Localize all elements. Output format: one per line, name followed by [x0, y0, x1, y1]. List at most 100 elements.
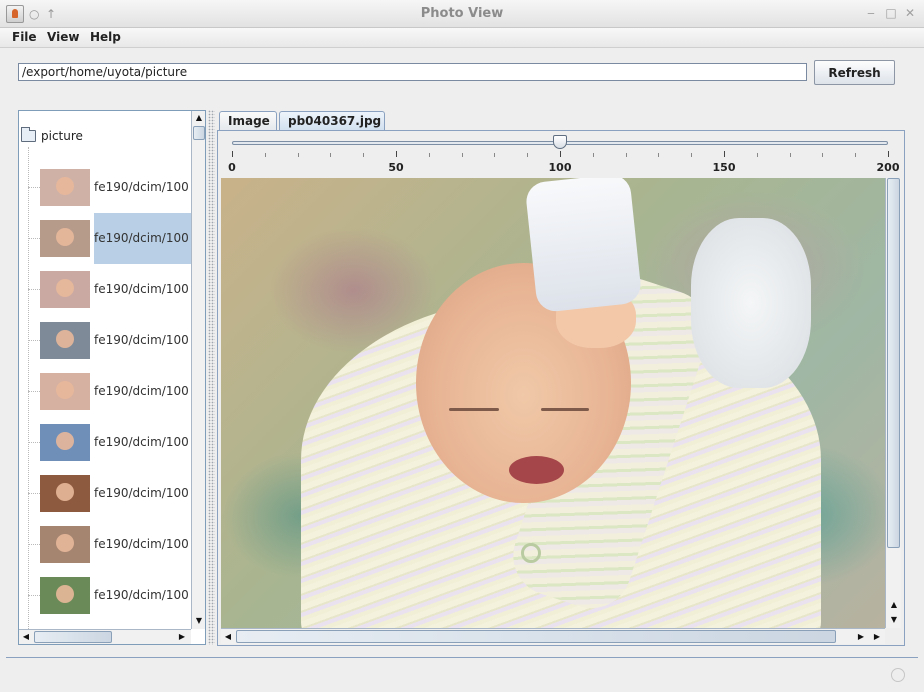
zoom-tick-label: 0 — [228, 161, 236, 174]
tree-item[interactable]: fe190/dcim/100 — [19, 264, 191, 315]
tree-hscroll-thumb[interactable] — [34, 631, 112, 643]
image-tab-content: 0 50 100 150 200 ▲ ▼ ◀ ▶ ▶ — [217, 130, 905, 646]
zoom-tick — [527, 153, 529, 157]
zoom-tick — [625, 153, 627, 157]
photo-thumbnail — [40, 271, 90, 308]
tree-connector-line — [28, 340, 40, 341]
refresh-button[interactable]: Refresh — [814, 60, 895, 85]
image-horizontal-scrollbar[interactable]: ◀ ▶ ▶ — [221, 628, 885, 644]
tree-item[interactable]: fe190/dcim/100 — [19, 468, 191, 519]
minimize-button[interactable]: ‒ — [864, 6, 878, 20]
zoom-tick — [264, 153, 266, 157]
zoom-tick — [297, 153, 299, 157]
split-pane-divider[interactable] — [208, 110, 215, 645]
tab-image[interactable]: Image — [219, 111, 277, 131]
window-title: Photo View — [420, 6, 504, 21]
photo-thumbnail — [40, 322, 90, 359]
tabbed-pane: Image pb040367.jpg 0 50 100 150 200 ▲ ▼ ◀ — [217, 109, 905, 646]
photo-image — [221, 178, 885, 628]
zoom-tick — [428, 153, 430, 157]
zoom-tick-label: 50 — [388, 161, 404, 174]
tree-item-label: fe190/dcim/100 — [94, 213, 194, 264]
image-hscroll-thumb[interactable] — [236, 630, 836, 643]
tree-connector-line — [28, 544, 40, 545]
tree-item[interactable]: fe190/dcim/100 — [19, 570, 191, 621]
tab-pb040367[interactable]: pb040367.jpg — [279, 111, 385, 132]
zoom-tick — [232, 151, 233, 157]
menubar: File View Help — [0, 28, 924, 48]
tree-connector-line — [28, 391, 40, 392]
zoom-tick — [396, 151, 397, 157]
tree-connector-line — [28, 289, 40, 290]
tree-connector-line — [28, 238, 40, 239]
tree-item-label: fe190/dcim/100 — [94, 486, 189, 500]
zoom-tick — [888, 151, 889, 157]
image-scroll-right-end-icon[interactable]: ▶ — [870, 630, 884, 644]
tree-horizontal-scrollbar[interactable]: ◀ ▶ — [19, 629, 191, 644]
photo-thumbnail — [40, 424, 90, 461]
close-button[interactable]: ✕ — [903, 6, 917, 20]
zoom-tick — [494, 153, 496, 157]
menu-help[interactable]: Help — [90, 30, 121, 44]
zoom-tick — [658, 153, 660, 157]
zoom-tick — [789, 153, 791, 157]
tree-vscroll-thumb[interactable] — [193, 126, 205, 140]
tree-vertical-scrollbar[interactable]: ▲ ▼ — [191, 111, 205, 629]
zoom-tick — [330, 153, 332, 157]
tree-item[interactable]: fe190/dcim/100 — [19, 519, 191, 570]
tree-connector-line — [28, 493, 40, 494]
zoom-tick — [691, 153, 693, 157]
tree-connector-line — [28, 442, 40, 443]
zoom-tick — [592, 153, 594, 157]
tree-item-label: fe190/dcim/100 — [94, 282, 189, 296]
photo-thumbnail — [40, 373, 90, 410]
scroll-up-icon[interactable]: ▲ — [192, 111, 205, 125]
tree-item-label: fe190/dcim/100 — [94, 588, 189, 602]
zoom-tick-label: 150 — [712, 161, 736, 174]
zoom-tick — [560, 151, 561, 157]
tree-item-label: fe190/dcim/100 — [94, 180, 189, 194]
tree-item-label: fe190/dcim/100 — [94, 384, 189, 398]
image-vertical-scrollbar[interactable]: ▲ ▼ — [885, 178, 901, 628]
zoom-tick — [363, 153, 365, 157]
menu-file[interactable]: File — [12, 30, 37, 44]
zoom-tick — [724, 151, 725, 157]
menu-view[interactable]: View — [47, 30, 79, 44]
zoom-tick — [461, 153, 463, 157]
path-input[interactable] — [18, 63, 807, 81]
zoom-tick — [756, 153, 758, 157]
scroll-left-icon[interactable]: ◀ — [19, 630, 33, 644]
image-vscroll-thumb[interactable] — [887, 178, 900, 548]
image-scroll-left-icon[interactable]: ◀ — [221, 630, 235, 644]
maximize-button[interactable]: □ — [884, 6, 898, 20]
zoom-tick-label: 100 — [548, 161, 572, 174]
image-scroll-right-icon[interactable]: ▶ — [854, 630, 868, 644]
tree-item-label: fe190/dcim/100 — [94, 435, 189, 449]
tree-item[interactable]: fe190/dcim/100 — [19, 366, 191, 417]
image-scroll-up-icon[interactable]: ▲ — [887, 598, 901, 612]
zoom-slider-knob[interactable] — [553, 135, 567, 149]
tree-item-label: fe190/dcim/100 — [94, 333, 189, 347]
photo-thumbnail — [40, 526, 90, 563]
image-scroll-down-icon[interactable]: ▼ — [887, 613, 901, 627]
photo-thumbnail — [40, 577, 90, 614]
tree-item[interactable]: fe190/dcim/100 — [19, 213, 194, 264]
photo-thumbnail — [40, 475, 90, 512]
scroll-right-icon[interactable]: ▶ — [175, 630, 189, 644]
status-separator — [6, 657, 918, 658]
tree-item[interactable]: fe190/dcim/100 — [19, 315, 191, 366]
tree-item-label: fe190/dcim/100 — [94, 537, 189, 551]
photo-thumbnail — [40, 169, 90, 206]
tree-root-label: picture — [41, 129, 83, 143]
tree-item[interactable]: fe190/dcim/100 — [19, 162, 191, 213]
status-indicator-icon — [891, 668, 905, 682]
scroll-down-icon[interactable]: ▼ — [192, 614, 205, 628]
file-tree-panel[interactable]: picture fe190/dcim/100 fe190/dcim/100 fe19… — [18, 110, 206, 645]
zoom-tick-label: 200 — [876, 161, 900, 174]
window-titlebar: ○ ↑ Photo View ‒ □ ✕ — [0, 0, 924, 28]
tree-connector-line — [28, 595, 40, 596]
zoom-tick — [855, 153, 857, 157]
tree-connector-line — [28, 187, 40, 188]
tree-item[interactable]: fe190/dcim/100 — [19, 417, 191, 468]
photo-thumbnail — [40, 220, 90, 257]
